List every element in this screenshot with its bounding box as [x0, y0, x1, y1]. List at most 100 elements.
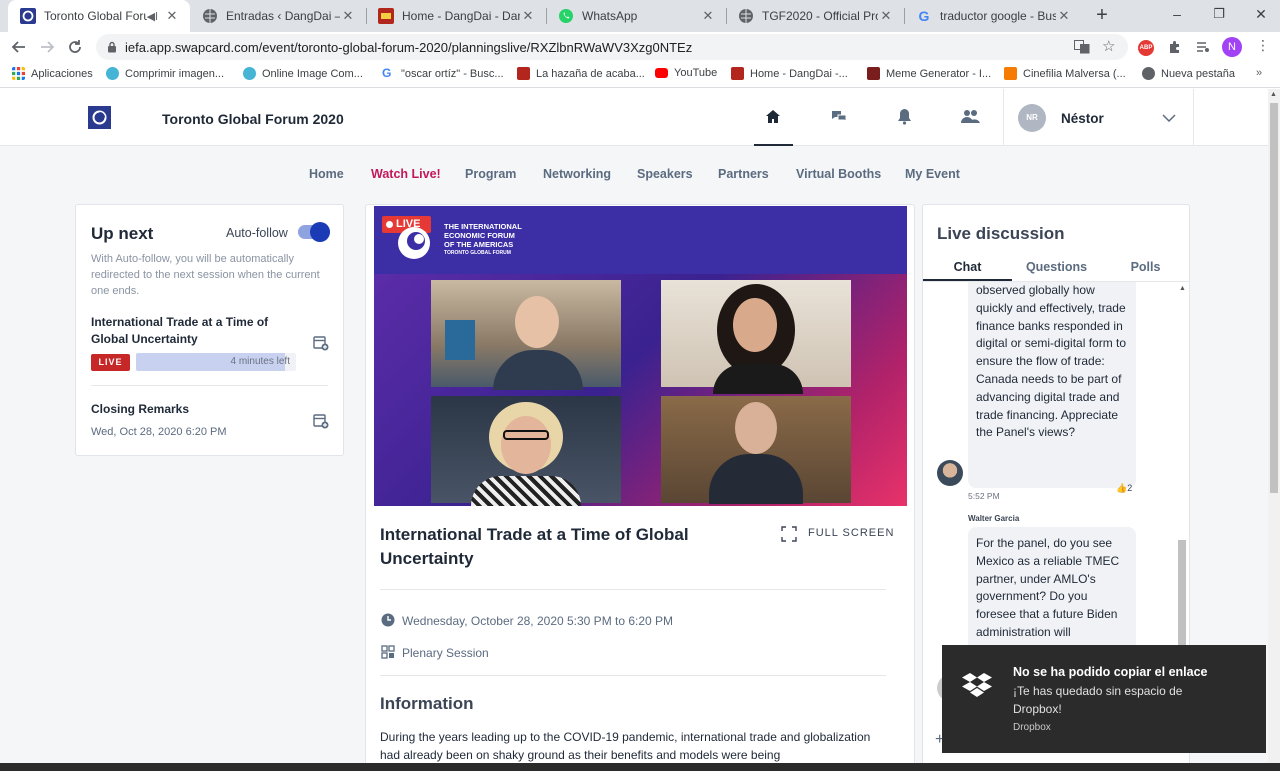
scroll-up-icon[interactable]: ▲ [1270, 91, 1277, 98]
browser-menu-icon[interactable]: ⋮ [1256, 37, 1270, 54]
reload-icon[interactable] [66, 38, 84, 56]
bookmark-oscar-ortiz[interactable]: G "oscar ortíz" - Busc... [382, 67, 504, 80]
tab-entradas-dangdai[interactable]: Entradas ‹ DangDai — Wo ✕ [190, 0, 366, 32]
media-control-icon[interactable] [1196, 40, 1210, 54]
bell-icon[interactable] [897, 108, 912, 125]
forward-arrow-icon[interactable] [38, 38, 56, 56]
event-logo-icon[interactable] [88, 106, 111, 129]
live-video-player[interactable]: LIVE THE INTERNATIONAL ECONOMIC FORUM OF… [374, 206, 907, 506]
nav-networking[interactable]: Networking [543, 167, 611, 181]
nav-home[interactable]: Home [309, 167, 344, 181]
bookmark-comprimir[interactable]: Comprimir imagen... [106, 67, 224, 80]
bookmarks-overflow-icon[interactable]: » [1256, 67, 1262, 79]
bookmark-home-dangdai[interactable]: Home - DangDai -... [731, 67, 848, 80]
chat-message-text: observed globally how quickly and effect… [976, 283, 1127, 440]
bookmark-online-image[interactable]: Online Image Com... [243, 67, 363, 80]
speaker-video-3 [431, 396, 621, 506]
fullscreen-icon[interactable] [781, 526, 797, 542]
cloud-icon [106, 67, 119, 80]
nav-watch-live[interactable]: Watch Live! [371, 167, 441, 181]
tab-home-dangdai[interactable]: Home - DangDai - DangD ✕ [366, 0, 546, 32]
close-tab-icon[interactable]: ✕ [700, 8, 716, 24]
divider [1003, 89, 1004, 146]
live-discussion-title: Live discussion [937, 224, 1065, 243]
nav-partners[interactable]: Partners [718, 167, 769, 181]
dangdai-favicon-icon [731, 67, 744, 80]
tab-label: Entradas ‹ DangDai — Wo [226, 9, 340, 23]
user-avatar[interactable]: NR [1018, 104, 1046, 132]
user-name[interactable]: Néstor [1061, 111, 1104, 126]
bookmark-label: Meme Generator - I... [886, 67, 992, 80]
information-heading: Information [380, 694, 474, 713]
tab-chat[interactable]: Chat [923, 255, 1012, 281]
session-title-current[interactable]: International Trade at a Time of Global … [91, 314, 291, 348]
close-window-button[interactable]: ✕ [1250, 6, 1272, 23]
profile-avatar[interactable]: N [1222, 37, 1242, 57]
bookmark-cinefilia[interactable]: Cinefilia Malversa (... [1004, 67, 1126, 80]
chat-bubbles-icon[interactable] [830, 109, 848, 125]
tab-toronto-global-forum[interactable]: Toronto Global Forum ◀︎ǀ ✕ [8, 0, 190, 32]
live-badge: LIVE [91, 354, 130, 371]
back-arrow-icon[interactable] [10, 38, 28, 56]
tab-label: WhatsApp [582, 9, 638, 23]
close-tab-icon[interactable]: ✕ [520, 8, 536, 24]
close-tab-icon[interactable]: ✕ [878, 8, 894, 24]
dangdai-favicon-icon [378, 8, 394, 24]
nav-my-event[interactable]: My Event [905, 167, 960, 181]
chat-like-count[interactable]: 👍2 [1116, 483, 1132, 494]
divider [380, 675, 886, 676]
scroll-up-icon[interactable]: ▲ [1179, 285, 1186, 292]
event-title[interactable]: Toronto Global Forum 2020 [162, 111, 344, 127]
bookmark-meme-generator[interactable]: Meme Generator - I... [867, 67, 991, 80]
toast-body: ¡Te has quedado sin espacio de Dropbox! [1013, 684, 1183, 716]
youtube-icon [655, 68, 668, 78]
chat-author[interactable]: Walter Garcia [968, 514, 1019, 523]
nav-virtual-booths[interactable]: Virtual Booths [796, 167, 881, 181]
tab-questions[interactable]: Questions [1012, 255, 1101, 281]
dropbox-notification[interactable]: No se ha podido copiar el enlace ¡Te has… [942, 645, 1266, 753]
bookmark-label: Nueva pestaña [1161, 67, 1235, 80]
swapcard-favicon-icon [20, 8, 36, 24]
speaker-video-2 [661, 280, 851, 394]
maximize-button[interactable]: ❐ [1208, 6, 1230, 22]
clock-icon [381, 613, 395, 627]
bookmark-nueva-pestana[interactable]: Nueva pestaña [1142, 67, 1235, 80]
page-scrollbar[interactable]: ▲ [1268, 89, 1280, 763]
bookmark-youtube[interactable]: YouTube [655, 67, 717, 79]
tab-polls-label: Polls [1130, 260, 1161, 274]
lock-icon[interactable] [107, 41, 117, 53]
bookmark-hazana[interactable]: La hazaña de acaba... [517, 67, 645, 80]
people-icon[interactable] [961, 109, 980, 124]
add-to-calendar-icon[interactable] [313, 413, 329, 429]
extensions-puzzle-icon[interactable] [1168, 40, 1182, 54]
add-to-calendar-icon[interactable] [313, 335, 329, 351]
address-bar[interactable]: iefa.app.swapcard.com/event/toronto-glob… [96, 34, 1128, 60]
chat-avatar[interactable] [937, 460, 963, 486]
page-scroll-thumb[interactable] [1270, 103, 1278, 493]
nav-speakers[interactable]: Speakers [637, 167, 693, 181]
tab-tgf2020-program[interactable]: TGF2020 - Official Prograr ✕ [726, 0, 904, 32]
adblock-icon[interactable]: ABP [1138, 40, 1154, 56]
autofollow-toggle[interactable] [298, 222, 330, 242]
bookmark-apps[interactable]: Aplicaciones [12, 67, 93, 80]
nav-program[interactable]: Program [465, 167, 516, 181]
minimize-button[interactable]: – [1166, 6, 1188, 22]
translate-icon[interactable] [1074, 40, 1090, 54]
nav-home-tab[interactable] [754, 89, 793, 146]
new-tab-button[interactable]: + [1092, 4, 1112, 26]
chevron-down-icon[interactable] [1162, 114, 1176, 122]
globe-icon [1142, 67, 1155, 80]
speaker-icon[interactable]: ◀︎ǀ [147, 10, 158, 23]
close-tab-icon[interactable]: ✕ [340, 8, 356, 24]
bookmark-star-icon[interactable]: ☆ [1102, 37, 1115, 55]
tab-polls[interactable]: Polls [1101, 255, 1190, 281]
bookmark-label: Cinefilia Malversa (... [1023, 67, 1126, 80]
close-tab-icon[interactable]: ✕ [1056, 8, 1072, 24]
close-tab-icon[interactable]: ✕ [164, 8, 180, 24]
tab-google-search[interactable]: G traductor google - Buscar ✕ [904, 0, 1082, 32]
session-title-next[interactable]: Closing Remarks [91, 402, 189, 416]
tab-label: TGF2020 - Official Prograr [762, 9, 878, 23]
chat-message-text: For the panel, do you see Mexico as a re… [976, 536, 1120, 639]
tab-whatsapp[interactable]: WhatsApp ✕ [546, 0, 726, 32]
fullscreen-button[interactable]: FULL SCREEN [808, 527, 894, 539]
